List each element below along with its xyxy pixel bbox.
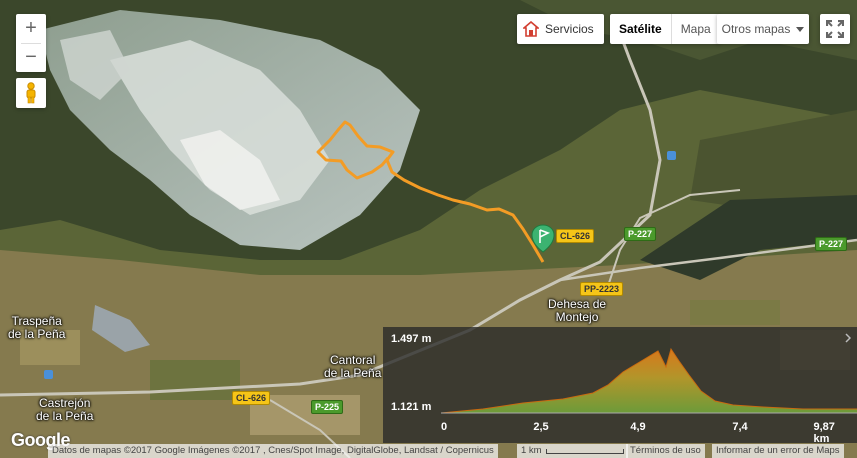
- fullscreen-button[interactable]: [820, 14, 850, 44]
- road-shield-p227: P-227: [624, 227, 657, 241]
- map-type-control: Satélite Mapa: [610, 14, 720, 44]
- satellite-button[interactable]: Satélite: [610, 14, 672, 44]
- pegman-icon: [26, 82, 36, 104]
- home-icon: [523, 21, 539, 37]
- divider: [21, 43, 41, 44]
- elevation-chart: [440, 347, 857, 414]
- scale-bar-graphic: [545, 448, 624, 454]
- services-button[interactable]: Servicios: [517, 14, 604, 44]
- place-traspena: Traspeña de la Peña: [8, 315, 65, 341]
- other-maps-dropdown[interactable]: Otros mapas: [717, 14, 809, 44]
- zoom-control: + −: [16, 14, 46, 72]
- elevation-area: [441, 349, 857, 413]
- place-label: de la Peña: [36, 409, 94, 423]
- elevation-min-label: 1.121 m: [391, 401, 432, 413]
- place-cantoral: Cantoral de la Peña: [324, 354, 381, 380]
- road-shield-cl626: CL-626: [232, 391, 271, 405]
- place-dehesa: Dehesa de Montejo: [548, 298, 606, 324]
- scale-label: 1 km: [521, 445, 542, 456]
- zoom-out-button[interactable]: −: [16, 43, 46, 72]
- services-label: Servicios: [545, 22, 594, 36]
- x-tick: 2,5: [533, 421, 549, 433]
- x-tick: 4,9: [630, 421, 646, 433]
- zoom-in-button[interactable]: +: [16, 14, 46, 43]
- poi-icon[interactable]: [44, 370, 53, 379]
- place-label: Montejo: [555, 310, 599, 324]
- other-maps-label: Otros mapas: [721, 22, 791, 36]
- attribution-text: Datos de mapas ©2017 Google Imágenes ©20…: [48, 444, 498, 458]
- poi-icon[interactable]: [667, 151, 676, 160]
- road-shield-p225: P-225: [311, 400, 344, 414]
- terms-link[interactable]: Términos de uso: [626, 444, 705, 458]
- elevation-max-label: 1.497 m: [391, 333, 432, 345]
- x-tick: 7,4: [732, 421, 748, 433]
- street-view-pegman-button[interactable]: [16, 78, 46, 108]
- map-canvas[interactable]: Traspeña de la Peña Cantoral de la Peña …: [0, 0, 857, 458]
- map-button[interactable]: Mapa: [672, 14, 720, 44]
- x-tick: 9,87 km: [813, 421, 835, 445]
- x-tick: 0: [440, 421, 448, 433]
- elevation-profile-panel[interactable]: 1.497 m 1.121 m 0 2,5 4,9 7,4 9,87 km: [383, 327, 857, 445]
- scale-bar[interactable]: 1 km: [517, 444, 628, 458]
- road-shield-pp2223: PP-2223: [580, 282, 624, 296]
- caret-down-icon: [796, 26, 805, 32]
- fullscreen-icon: [826, 20, 844, 38]
- place-label: de la Peña: [324, 366, 382, 380]
- road-shield-p227: P-227: [815, 237, 848, 251]
- chevron-right-icon[interactable]: [845, 333, 851, 343]
- place-castrejon: Castrejón de la Peña: [36, 397, 93, 423]
- report-error-link[interactable]: Informar de un error de Maps: [712, 444, 844, 458]
- road-shield-cl626: CL-626: [556, 229, 595, 243]
- place-label: de la Peña: [8, 327, 66, 341]
